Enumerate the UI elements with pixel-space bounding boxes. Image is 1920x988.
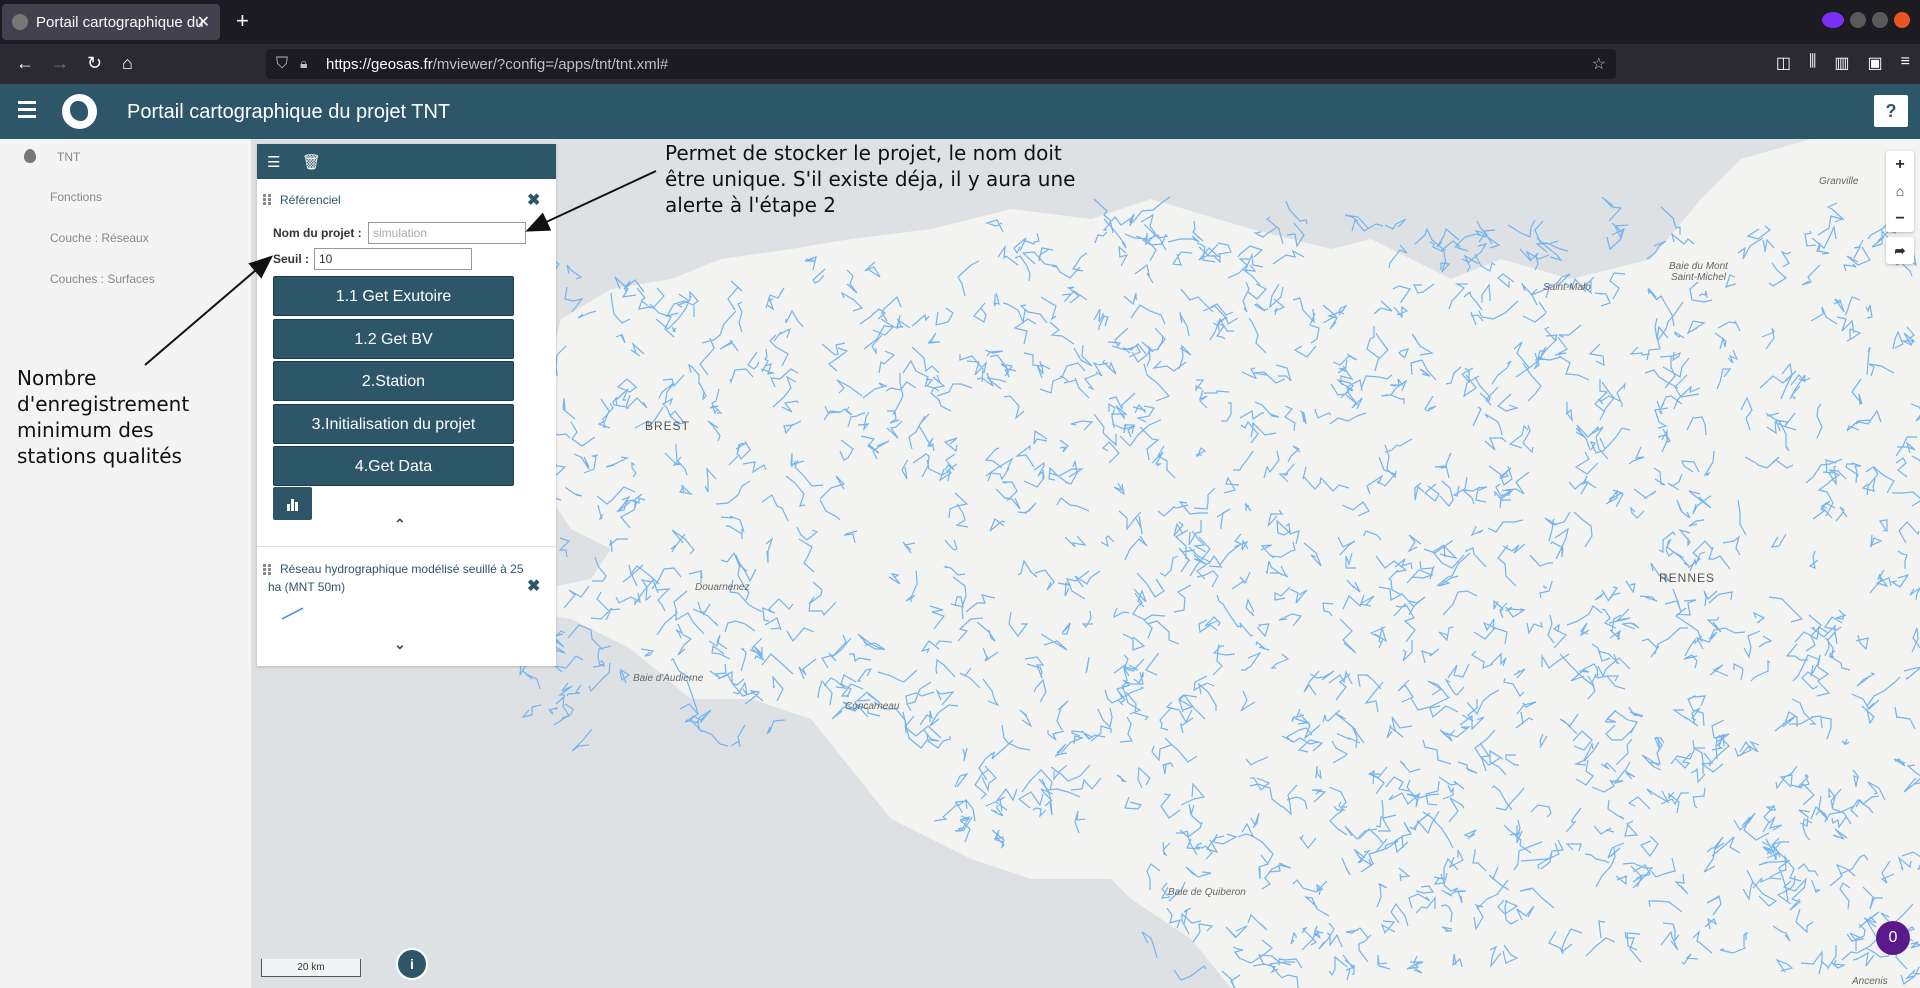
url-host: https://geosas.fr xyxy=(326,55,433,73)
url-path: /mviewer/?config=/apps/tnt/tnt.xml# xyxy=(432,55,669,73)
map-label-saint-malo: Saint-Malo xyxy=(1543,282,1591,293)
station-button[interactable]: 2.Station xyxy=(273,361,514,401)
map-label-baie-audierne: Baie d'Audierne xyxy=(633,673,704,684)
trash-icon[interactable]: 🗑︎ xyxy=(302,153,321,171)
annotation-seuil: Nombre d'enregistrement minimum des stat… xyxy=(17,365,189,469)
project-name-input[interactable] xyxy=(368,222,526,244)
layer-panel-header: ☰ 🗑︎ xyxy=(257,144,556,179)
close-layer-icon[interactable]: ✖ xyxy=(527,576,540,596)
layer-title-reseau-line2: ha (MNT 50m) xyxy=(268,580,346,594)
scale-bar: 20 km xyxy=(261,959,361,977)
home-button[interactable]: ⌂ xyxy=(122,53,133,74)
notification-counter[interactable]: 0 xyxy=(1876,921,1910,955)
menu-icon[interactable]: ≡ xyxy=(1901,53,1910,73)
browser-tab[interactable]: Portail cartographique du projet TNT ✕ xyxy=(2,4,220,40)
water-drop-icon xyxy=(24,149,36,163)
reload-button[interactable]: ↻ xyxy=(87,53,102,74)
layer-list-icon[interactable]: ☰ xyxy=(267,153,280,171)
tab-title: Portail cartographique du projet TNT xyxy=(36,13,204,31)
zoom-in-button[interactable]: + xyxy=(1886,151,1914,178)
help-button[interactable]: ? xyxy=(1874,95,1908,127)
get-bv-button[interactable]: 1.2 Get BV xyxy=(273,319,514,359)
lock-icon[interactable]: 🔒︎ xyxy=(300,55,307,72)
close-layer-icon[interactable]: ✖ xyxy=(527,190,540,210)
map-label-quiberon: Baie de Quiberon xyxy=(1168,887,1246,898)
init-project-button[interactable]: 3.Initialisation du projet xyxy=(273,404,514,444)
bookmark-star-icon[interactable]: ☆ xyxy=(1592,54,1606,74)
browser-toolbar-right: ◫ ⫼ ▥ ▣ ≡ xyxy=(1776,53,1910,73)
share-button[interactable]: ➦ xyxy=(1886,237,1914,264)
info-button[interactable]: i xyxy=(396,948,428,980)
sidebar-item-fonctions[interactable]: Fonctions xyxy=(50,190,102,204)
expand-chevron-icon[interactable]: ⌄ xyxy=(394,636,406,653)
url-bar[interactable]: ⛉ 🔒︎ https://geosas.fr/mviewer/?config=/… xyxy=(266,49,1616,79)
annotation-line: Nombre xyxy=(17,366,97,390)
collapse-chevron-icon[interactable]: ⌃ xyxy=(394,516,406,533)
sidebar-item-reseaux[interactable]: Couche : Réseaux xyxy=(50,231,149,245)
app-title: Portail cartographique du projet TNT xyxy=(127,101,451,123)
pocket-icon[interactable]: ◫ xyxy=(1776,53,1791,73)
annotation-line: alerte à l'étape 2 xyxy=(665,193,836,217)
library-icon[interactable]: ⫼ xyxy=(1809,53,1816,73)
maximize-button[interactable] xyxy=(1872,12,1888,28)
layer-panel: ☰ 🗑︎ Référenciel ✖ Nom du projet : Seuil… xyxy=(257,144,556,666)
map-label-ancenis: Ancenis xyxy=(1852,976,1888,987)
shield-icon[interactable]: ⛉ xyxy=(276,55,288,73)
annotation-line: être unique. S'il existe déja, il y aura… xyxy=(665,167,1076,191)
annotation-project-name: Permet de stocker le projet, le nom doit… xyxy=(665,140,1075,218)
map-label-douarnenez: Douarnenez xyxy=(695,582,750,593)
seuil-label: Seuil : xyxy=(273,252,310,266)
sidebar-root-tnt[interactable]: TNT xyxy=(57,150,80,164)
forward-button[interactable]: → xyxy=(51,53,69,74)
home-extent-button[interactable]: ⌂ xyxy=(1886,178,1914,205)
drag-handle-icon[interactable] xyxy=(263,194,271,206)
theme-sidebar: TNT Fonctions Couche : Réseaux Couches :… xyxy=(0,139,251,988)
map-label-granville: Granville xyxy=(1819,176,1859,187)
sidebar-toggle-icon[interactable]: ▥ xyxy=(1834,53,1849,73)
layer-title-reseau: Réseau hydrographique modélisé seuillé à… xyxy=(280,562,524,576)
app-header: Portail cartographique du projet TNT ? xyxy=(0,84,1920,139)
project-name-label: Nom du projet : xyxy=(273,226,362,240)
annotation-line: minimum des xyxy=(17,418,154,442)
layer-title-referenciel: Référenciel xyxy=(280,193,341,207)
zoom-controls: + ⌂ − xyxy=(1886,151,1914,232)
chart-button[interactable] xyxy=(273,487,312,520)
new-tab-button[interactable]: + xyxy=(236,8,249,34)
get-exutoire-button[interactable]: 1.1 Get Exutoire xyxy=(273,276,514,316)
extensions-icon[interactable]: ▣ xyxy=(1868,53,1883,73)
hamburger-menu-icon[interactable] xyxy=(18,101,36,119)
globe-logo-icon xyxy=(62,94,97,129)
seuil-input[interactable] xyxy=(314,248,472,270)
map-label-brest: BREST xyxy=(645,419,691,433)
private-browsing-icon xyxy=(1822,12,1844,28)
zoom-out-button[interactable]: − xyxy=(1886,205,1914,232)
layer-divider xyxy=(257,546,556,547)
map-label-concarneau: Concarneau xyxy=(845,701,900,712)
annotation-line: d'enregistrement xyxy=(17,392,190,416)
minimize-button[interactable] xyxy=(1850,12,1866,28)
favicon-icon xyxy=(12,14,28,30)
browser-tab-bar: Portail cartographique du projet TNT ✕ + xyxy=(0,0,1920,44)
sidebar-item-surfaces[interactable]: Couches : Surfaces xyxy=(50,272,155,286)
map-label-baie-mont: Baie du Mont Saint-Michel xyxy=(1669,261,1728,283)
drag-handle-icon[interactable] xyxy=(263,564,271,576)
tab-close-icon[interactable]: ✕ xyxy=(197,12,210,32)
close-window-button[interactable] xyxy=(1894,12,1910,28)
annotation-line: stations qualités xyxy=(17,444,182,468)
river-legend-icon xyxy=(281,607,304,620)
annotation-line: Permet de stocker le projet, le nom doit xyxy=(665,141,1062,165)
window-controls xyxy=(1822,12,1910,28)
browser-nav-bar: ← → ↻ ⌂ ⛉ 🔒︎ https://geosas.fr/mviewer/?… xyxy=(0,44,1920,84)
get-data-button[interactable]: 4.Get Data xyxy=(273,446,514,486)
back-button[interactable]: ← xyxy=(16,53,34,74)
share-control: ➦ xyxy=(1886,237,1914,264)
map-label-rennes: RENNES xyxy=(1659,571,1716,585)
